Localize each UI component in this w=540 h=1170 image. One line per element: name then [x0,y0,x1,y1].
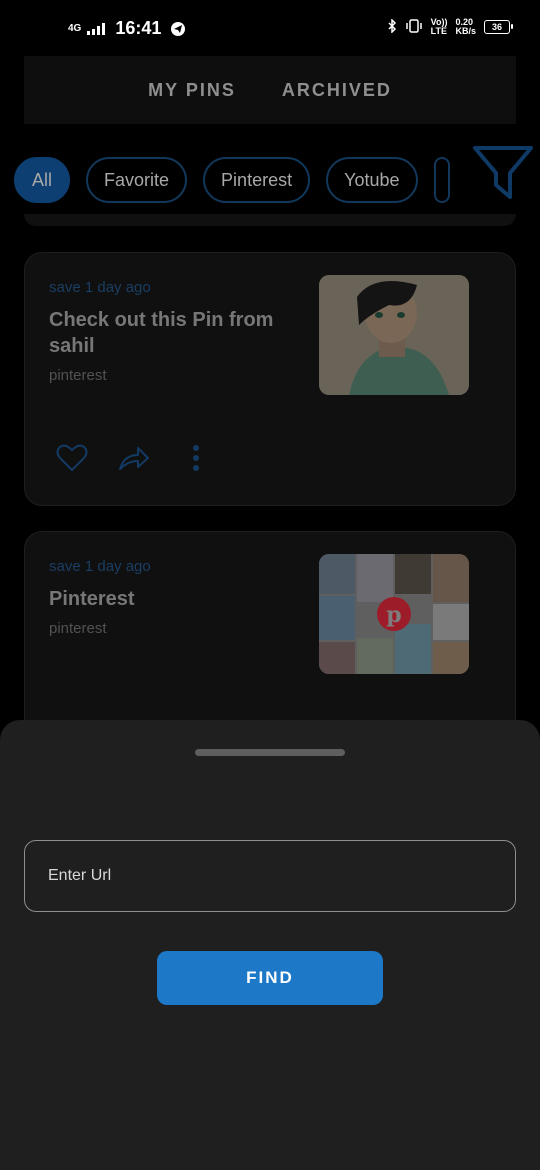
url-input[interactable] [24,840,516,912]
find-button[interactable]: FIND [157,951,383,1005]
bottom-sheet: FIND [0,720,540,1170]
scrim[interactable] [0,0,540,720]
drag-handle[interactable] [195,749,345,756]
